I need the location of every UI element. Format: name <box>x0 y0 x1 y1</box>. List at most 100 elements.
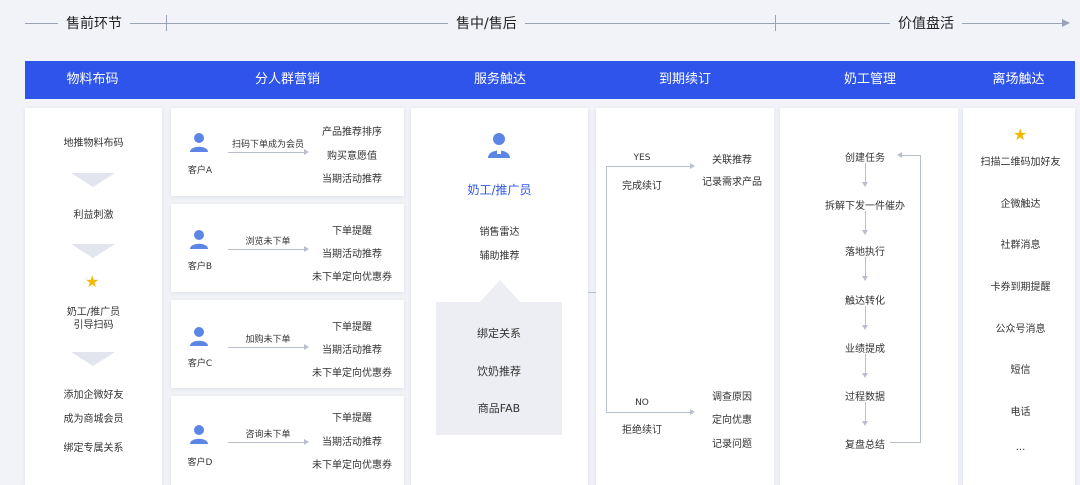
no-label: NO <box>635 398 649 408</box>
yes-text: 完成续订 <box>622 181 662 192</box>
arrow-right-icon <box>690 409 695 415</box>
yes-item: 记录需求产品 <box>702 177 762 188</box>
phase-mid: 售中/售后 <box>448 13 525 33</box>
arrow-down-icon <box>862 276 868 281</box>
exit-channel-more: ... <box>1015 442 1026 453</box>
phase-pre: 售前环节 <box>58 13 130 33</box>
person-icon <box>190 230 208 249</box>
process-step: 过程数据 <box>845 392 885 403</box>
step-ground-material: 地推物料布码 <box>63 138 124 149</box>
loop-line <box>902 155 920 156</box>
flow-line <box>865 163 866 183</box>
yes-item: 关联推荐 <box>712 155 752 166</box>
phase-divider <box>775 15 776 31</box>
exit-channel: 企微触达 <box>1000 199 1041 210</box>
process-step: 落地执行 <box>845 247 885 258</box>
person-icon <box>190 133 208 152</box>
exit-channel: 卡券到期提醒 <box>990 282 1051 293</box>
arrow-line <box>228 152 304 153</box>
header-exit-reach: 离场触达 <box>992 72 1045 87</box>
chevron-down-icon <box>71 352 115 366</box>
phase-divider <box>166 15 167 31</box>
list-item: 添加企微好友 <box>63 390 124 401</box>
chevron-down-icon <box>71 173 115 187</box>
exit-channel: 社群消息 <box>1000 240 1041 251</box>
customer-label: 客户A <box>187 166 213 176</box>
header-segment-marketing: 分人群营销 <box>254 72 320 87</box>
customer-label: 客户D <box>187 458 213 468</box>
process-step: 业绩提成 <box>845 344 885 355</box>
person-icon <box>190 425 208 444</box>
service-detail-item: 绑定关系 <box>477 327 521 340</box>
strategy-item: 未下单定向优惠券 <box>312 460 392 471</box>
header-renewal: 到期续订 <box>658 72 711 87</box>
phase-value: 价值盘活 <box>890 13 962 33</box>
customer-action: 咨询未下单 <box>245 430 291 440</box>
list-item: 绑定专属关系 <box>63 443 124 454</box>
worker-avatar-icon <box>488 133 510 158</box>
strategy-item: 当期活动推荐 <box>322 174 382 185</box>
strategy-item: 当期活动推荐 <box>322 345 382 356</box>
customer-label: 客户C <box>187 359 213 369</box>
role-title: 奶工/推广员 <box>467 183 532 197</box>
step-incentive: 利益刺激 <box>73 210 114 221</box>
yes-label: YES <box>633 153 651 163</box>
no-text: 拒绝续订 <box>622 425 662 436</box>
arrow-left-icon <box>897 152 902 158</box>
strategy-item: 下单提醒 <box>332 413 372 424</box>
header-material: 物料布码 <box>66 72 119 87</box>
header-milkman-mgmt: 奶工管理 <box>843 72 896 87</box>
process-step: 复盘总结 <box>845 440 885 451</box>
no-branch-line <box>606 412 690 413</box>
connector-line <box>588 292 596 293</box>
strategy-item: 当期活动推荐 <box>322 249 382 260</box>
arrow-right-icon <box>304 149 309 155</box>
strategy-item: 未下单定向优惠券 <box>312 368 392 379</box>
list-item: 成为商城会员 <box>63 414 124 425</box>
callout-pointer <box>480 280 520 302</box>
strategy-item: 购买意愿值 <box>327 151 377 162</box>
arrow-right-icon <box>304 246 309 252</box>
service-item: 辅助推荐 <box>479 251 520 262</box>
branch-line <box>606 166 607 412</box>
arrow-down-icon <box>862 373 868 378</box>
service-detail-item: 商品FAB <box>477 402 521 415</box>
no-item: 定向优惠 <box>712 415 752 426</box>
step-guide-line2: 引导扫码 <box>73 320 114 331</box>
arrow-line <box>228 442 304 443</box>
timeline-arrow-icon <box>1062 19 1070 27</box>
arrow-down-icon <box>862 325 868 330</box>
header-service-reach: 服务触达 <box>473 72 526 87</box>
strategy-item: 下单提醒 <box>332 322 372 333</box>
arrow-line <box>228 249 304 250</box>
flow-line <box>865 257 866 277</box>
exit-channel: 公众号消息 <box>995 324 1046 335</box>
arrow-line <box>228 347 304 348</box>
service-item: 销售雷达 <box>479 227 520 238</box>
process-step: 拆解下发一件催办 <box>825 201 905 212</box>
arrow-down-icon <box>862 182 868 187</box>
material-card <box>25 108 162 485</box>
exit-channel: 短信 <box>1010 365 1031 376</box>
arrow-right-icon <box>304 344 309 350</box>
strategy-item: 当期活动推荐 <box>322 437 382 448</box>
arrow-right-icon <box>690 163 695 169</box>
process-step: 触达转化 <box>845 296 885 307</box>
customer-label: 客户B <box>187 262 213 272</box>
star-icon: ★ <box>1013 125 1028 144</box>
no-item: 记录问题 <box>712 439 752 450</box>
loop-line <box>890 442 920 443</box>
service-detail-item: 饮奶推荐 <box>477 365 521 378</box>
arrow-down-icon <box>862 230 868 235</box>
customer-action: 扫码下单成为会员 <box>231 140 304 150</box>
no-item: 调查原因 <box>712 392 752 403</box>
star-icon: ★ <box>85 272 100 291</box>
process-step: 创建任务 <box>845 153 885 164</box>
customer-action: 加购未下单 <box>245 335 291 345</box>
chevron-down-icon <box>71 244 115 258</box>
strategy-item: 下单提醒 <box>332 226 372 237</box>
strategy-item: 产品推荐排序 <box>322 127 382 138</box>
arrow-right-icon <box>304 439 309 445</box>
person-icon <box>190 327 208 346</box>
arrow-down-icon <box>862 421 868 426</box>
